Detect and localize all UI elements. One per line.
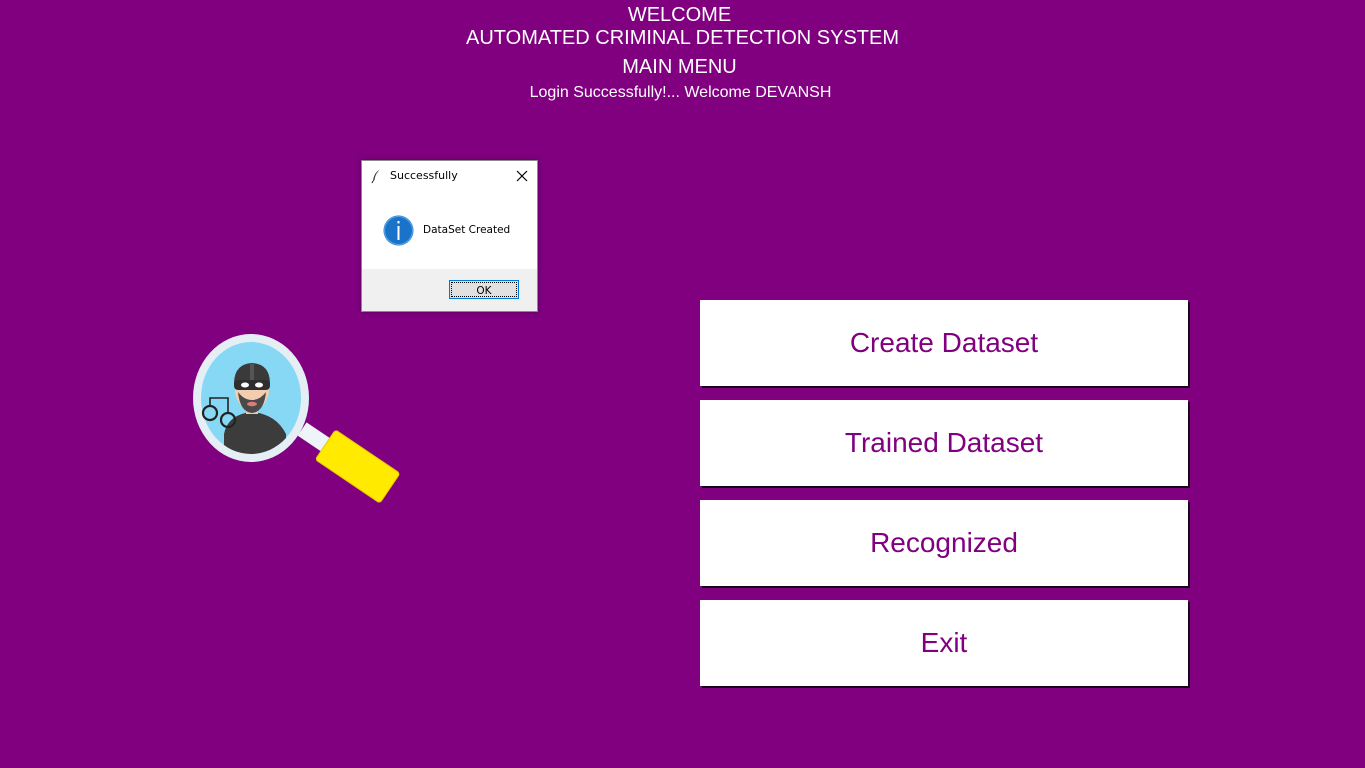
dialog-title: Successfully [390, 169, 458, 182]
ok-button-label: OK [451, 282, 517, 297]
system-title: AUTOMATED CRIMINAL DETECTION SYSTEM [466, 27, 899, 49]
trained-dataset-button[interactable]: Trained Dataset [700, 400, 1188, 486]
criminal-magnifier-icon [193, 334, 400, 503]
close-icon[interactable] [512, 166, 532, 186]
create-dataset-button[interactable]: Create Dataset [700, 300, 1188, 386]
dialog-titlebar[interactable]: Successfully [362, 161, 537, 191]
main-menu-heading: MAIN MENU [622, 56, 737, 78]
feather-icon [371, 168, 382, 184]
info-icon [383, 215, 414, 246]
ok-button[interactable]: OK [449, 280, 519, 299]
exit-button[interactable]: Exit [700, 600, 1188, 686]
welcome-heading: WELCOME [627, 4, 732, 26]
recognized-button[interactable]: Recognized [700, 500, 1188, 586]
dialog-footer: OK [362, 269, 537, 311]
success-dialog: Successfully DataSet Created OK [361, 160, 538, 312]
dialog-message: DataSet Created [423, 224, 511, 236]
login-status-message: Login Successfully!... Welcome DEVANSH [529, 84, 832, 101]
